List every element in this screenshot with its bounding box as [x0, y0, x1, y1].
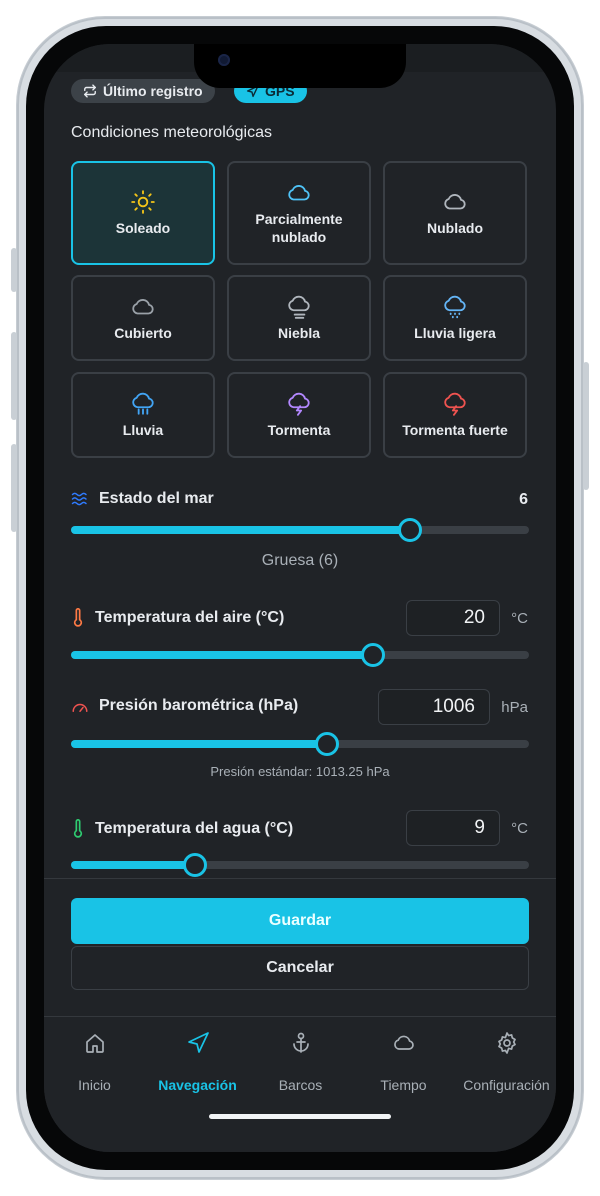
waves-icon: [71, 492, 87, 506]
pressure-label: Presión barométrica (hPa): [99, 697, 299, 714]
air-temp-slider-fill: [71, 651, 373, 659]
tab-barcos[interactable]: Barcos: [249, 1031, 352, 1093]
tab-tiempo[interactable]: Tiempo: [352, 1031, 455, 1093]
weather-option-nublado[interactable]: Nublado: [383, 161, 527, 265]
cloud-icon: [130, 294, 156, 324]
volume-down-button: [11, 444, 17, 532]
weather-option-label: Tormenta: [267, 422, 331, 438]
home-icon: [44, 1031, 146, 1055]
pressure-input[interactable]: 1006: [378, 689, 490, 725]
gauge-icon: [72, 703, 88, 712]
storm-icon: [286, 391, 312, 421]
weather-option-label: Parcialmente nublado: [255, 211, 343, 245]
tab-label: Tiempo: [380, 1077, 427, 1093]
pressure-label-row: Presión barométrica (hPa): [71, 697, 298, 715]
gear-icon: [455, 1031, 556, 1055]
tab-configuracion[interactable]: Configuración: [455, 1031, 556, 1093]
air-temp-slider-thumb[interactable]: [361, 643, 385, 667]
sea-state-value: 6: [519, 491, 528, 508]
dynamic-island: [194, 44, 406, 88]
save-button[interactable]: Guardar: [71, 898, 529, 944]
volume-up-button: [11, 332, 17, 420]
tab-label: Barcos: [278, 1077, 323, 1093]
pressure-caption: Presión estándar: 1013.25 hPa: [210, 764, 390, 779]
pressure-slider[interactable]: [71, 732, 529, 756]
weather-option-label: Lluvia: [122, 422, 164, 438]
weather-section-title: Condiciones meteorológicas: [71, 124, 272, 141]
weather-option-cubierto[interactable]: Cubierto: [71, 275, 215, 361]
weather-option-tormenta[interactable]: Tormenta: [227, 372, 371, 458]
anchor-icon: [249, 1031, 352, 1055]
sea-state-slider-thumb[interactable]: [398, 518, 422, 542]
tab-label: Inicio: [78, 1077, 111, 1093]
weather-option-lluvia[interactable]: Lluvia: [71, 372, 215, 458]
water-temp-label-row: Temperatura del agua (°C): [71, 819, 293, 839]
cloud-icon: [352, 1031, 455, 1055]
drizzle-icon: [442, 294, 468, 324]
thermometer-icon: [73, 819, 83, 838]
last-record-button[interactable]: Último registro: [71, 79, 215, 103]
thermometer-icon: [73, 608, 83, 627]
cloud-icon: [442, 189, 468, 219]
weather-option-label: Cubierto: [114, 325, 172, 341]
pressure-unit: hPa: [501, 699, 528, 716]
repeat-icon: [84, 84, 96, 98]
sea-state-slider-fill: [71, 526, 410, 534]
weather-option-soleado[interactable]: Soleado: [71, 161, 215, 265]
water-temp-input[interactable]: 9: [406, 810, 500, 846]
bottom-tab-bar: Inicio Navegación Barcos Tiempo Configuració…: [44, 1016, 556, 1152]
cloud-icon: [286, 180, 312, 210]
camera-icon: [218, 54, 230, 66]
sea-state-label: Estado del mar: [99, 490, 214, 507]
air-temp-label-row: Temperatura del aire (°C): [71, 608, 284, 628]
weather-option-label: Nublado: [427, 220, 483, 236]
weather-option-label: Niebla: [277, 325, 320, 341]
weather-option-lluvia-ligera[interactable]: Lluvia ligera: [383, 275, 527, 361]
tab-navegacion[interactable]: Navegación: [146, 1031, 249, 1093]
weather-option-label: Tormenta fuerte: [402, 422, 508, 438]
water-temp-slider-thumb[interactable]: [183, 853, 207, 877]
silent-switch: [11, 248, 17, 292]
navigation-icon: [146, 1031, 249, 1055]
air-temp-slider[interactable]: [71, 643, 529, 667]
tab-inicio[interactable]: Inicio: [44, 1031, 146, 1093]
sea-state-caption: Gruesa (6): [261, 552, 339, 569]
pressure-slider-thumb[interactable]: [315, 732, 339, 756]
weather-option-parcialmente-nublado[interactable]: Parcialmente nublado: [227, 161, 371, 265]
app-screen: Último registro GPS Condiciones meteorol…: [44, 44, 556, 1152]
power-button: [583, 362, 589, 490]
sea-state-slider[interactable]: [71, 518, 529, 542]
water-temp-slider[interactable]: [71, 853, 529, 877]
sun-icon: [130, 189, 156, 219]
pressure-slider-fill: [71, 740, 327, 748]
actions-divider: [44, 878, 556, 879]
water-temp-label: Temperatura del agua (°C): [95, 820, 294, 837]
home-indicator: [209, 1114, 391, 1119]
tab-label: Configuración: [463, 1077, 550, 1093]
rain-icon: [130, 391, 156, 421]
last-record-label: Último registro: [103, 83, 203, 99]
storm-icon: [442, 391, 468, 421]
weather-option-label: Soleado: [115, 220, 171, 236]
tab-label: Navegación: [158, 1077, 237, 1093]
weather-option-label: Lluvia ligera: [414, 325, 496, 341]
air-temp-label: Temperatura del aire (°C): [95, 609, 285, 626]
water-temp-unit: °C: [511, 820, 528, 837]
air-temp-unit: °C: [511, 610, 528, 627]
weather-option-niebla[interactable]: Niebla: [227, 275, 371, 361]
water-temp-slider-fill: [71, 861, 195, 869]
cancel-button[interactable]: Cancelar: [71, 946, 529, 990]
air-temp-input[interactable]: 20: [406, 600, 500, 636]
fog-icon: [286, 294, 312, 324]
sea-state-label-row: Estado del mar: [71, 490, 214, 508]
weather-option-tormenta-fuerte[interactable]: Tormenta fuerte: [383, 372, 527, 458]
